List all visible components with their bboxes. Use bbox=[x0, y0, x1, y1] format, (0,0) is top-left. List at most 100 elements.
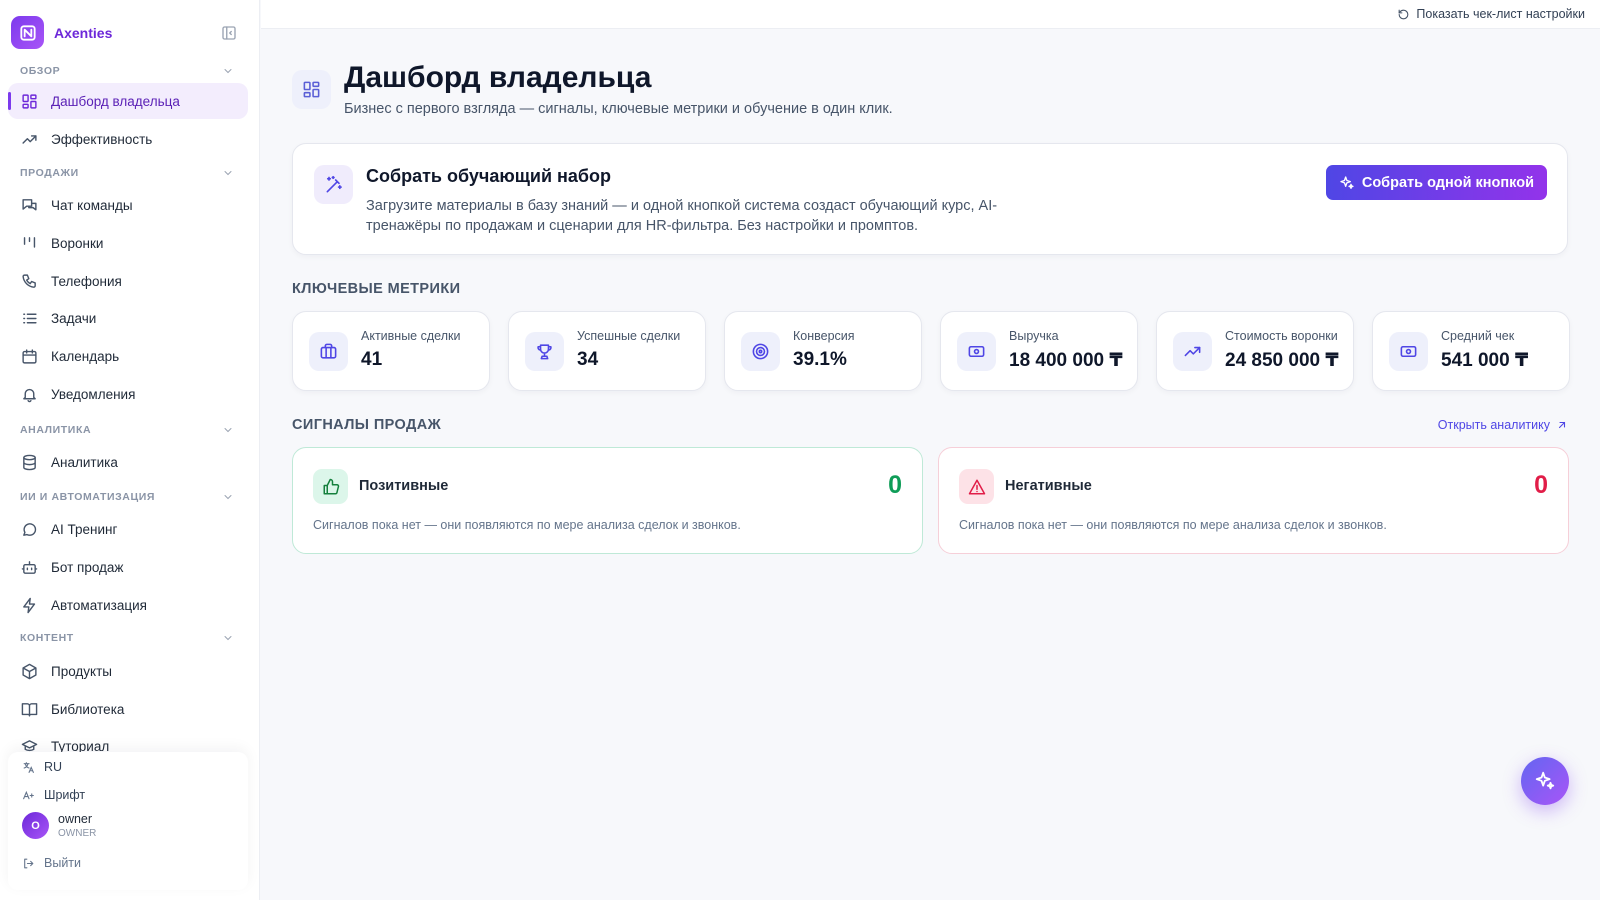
brand[interactable]: Axenties bbox=[11, 16, 112, 49]
metrics-heading: КЛЮЧЕВЫЕ МЕТРИКИ bbox=[292, 281, 461, 297]
logout-label: Выйти bbox=[44, 856, 82, 870]
metric-card-won-deals[interactable]: Успешные сделки 34 bbox=[508, 311, 706, 391]
training-kit-card: Собрать обучающий набор Загрузите матери… bbox=[292, 143, 1568, 255]
sidebar-item-automation[interactable]: Автоматизация bbox=[8, 587, 248, 623]
metric-card-pipeline-value[interactable]: Стоимость воронки 24 850 000 ₸ bbox=[1156, 311, 1354, 391]
sidebar-item-label: Календарь bbox=[51, 348, 120, 364]
chevron-down-icon bbox=[224, 636, 232, 641]
sparkles-icon bbox=[1340, 175, 1354, 189]
metric-card-conversion[interactable]: Конверсия 39.1% bbox=[724, 311, 922, 391]
section-sales[interactable]: ПРОДАЖИ bbox=[20, 167, 238, 179]
sidebar-item-efficiency[interactable]: Эффективность bbox=[8, 121, 248, 157]
trending-up-icon bbox=[22, 134, 37, 144]
trophy-icon bbox=[525, 332, 564, 371]
account-panel: RU Шрифт O owner OWNER Выйти bbox=[8, 752, 248, 890]
topbar: Показать чек-лист настройки bbox=[261, 0, 1600, 29]
training-title: Собрать обучающий набор bbox=[366, 166, 612, 186]
rotate-ccw-icon bbox=[1399, 9, 1409, 19]
box-icon bbox=[22, 663, 37, 679]
sidebar-item-team-chat[interactable]: Чат команды bbox=[8, 187, 248, 223]
translate-icon bbox=[23, 761, 34, 773]
book-icon bbox=[21, 702, 38, 717]
sidebar-item-products[interactable]: Продукты bbox=[8, 653, 248, 689]
signal-empty-text: Сигналов пока нет — они появляются по ме… bbox=[959, 518, 1387, 532]
arrow-up-right-icon bbox=[1558, 421, 1566, 429]
signal-empty-text: Сигналов пока нет — они появляются по ме… bbox=[313, 518, 741, 532]
section-content[interactable]: КОНТЕНТ bbox=[20, 632, 238, 644]
sidebar-item-ai-training[interactable]: AI Тренинг bbox=[8, 511, 248, 547]
sidebar-item-label: Бот продаж bbox=[51, 559, 124, 575]
build-in-one-click-button[interactable]: Собрать одной кнопкой bbox=[1325, 165, 1547, 200]
sidebar-item-library[interactable]: Библиотека bbox=[8, 691, 248, 727]
metric-label: Успешные сделки bbox=[577, 329, 681, 343]
sidebar-item-funnels[interactable]: Воронки bbox=[8, 225, 248, 261]
metric-card-average-check[interactable]: Средний чек 541 000 ₸ bbox=[1372, 311, 1570, 391]
sidebar-item-label: Задачи bbox=[51, 310, 97, 326]
section-overview[interactable]: ОБЗОР bbox=[20, 65, 238, 77]
sidebar-item-label: Эффективность bbox=[51, 131, 153, 147]
sidebar-item-label: Дашборд владельца bbox=[51, 93, 180, 109]
lightning-icon bbox=[23, 597, 36, 613]
metric-label: Средний чек bbox=[1441, 329, 1515, 343]
font-size-icon bbox=[23, 790, 34, 799]
section-label: АНАЛИТИКА bbox=[20, 424, 92, 436]
negative-signals-card[interactable]: Негативные 0 Сигналов пока нет — они поя… bbox=[938, 447, 1569, 554]
open-analytics-link[interactable]: Открыть аналитику bbox=[1438, 418, 1568, 432]
metric-value: 41 bbox=[361, 349, 383, 370]
open-analytics-label: Открыть аналитику bbox=[1437, 418, 1550, 432]
sidebar-item-analytics[interactable]: Аналитика bbox=[8, 444, 248, 480]
font-label: Шрифт bbox=[44, 788, 86, 802]
font-settings[interactable]: Шрифт bbox=[22, 788, 85, 802]
page-subtitle: Бизнес с первого взгляда — сигналы, ключ… bbox=[344, 101, 893, 117]
message-circle-icon bbox=[23, 522, 37, 536]
section-label: КОНТЕНТ bbox=[20, 632, 74, 644]
chevron-down-icon bbox=[224, 171, 232, 176]
sidebar-item-label: Аналитика bbox=[51, 454, 118, 470]
sidebar-item-notifications[interactable]: Уведомления bbox=[8, 376, 248, 412]
sidebar-item-label: Телефония bbox=[51, 273, 122, 289]
metric-value: 18 400 000 ₸ bbox=[1009, 350, 1123, 371]
user-name: owner bbox=[58, 812, 93, 826]
database-icon bbox=[23, 454, 36, 470]
avatar: O bbox=[22, 812, 49, 839]
metric-label: Выручка bbox=[1009, 329, 1059, 343]
metric-card-revenue[interactable]: Выручка 18 400 000 ₸ bbox=[940, 311, 1138, 391]
phone-icon bbox=[22, 273, 36, 288]
dashboard-grid-icon bbox=[292, 70, 331, 109]
language-switcher[interactable]: RU bbox=[22, 760, 62, 774]
logout-button[interactable]: Выйти bbox=[22, 856, 81, 870]
bell-icon bbox=[23, 388, 36, 402]
sidebar-item-telephony[interactable]: Телефония bbox=[8, 263, 248, 299]
user-role: OWNER bbox=[58, 828, 97, 839]
user-profile[interactable]: O owner OWNER bbox=[22, 812, 96, 839]
signal-count: 0 bbox=[1534, 471, 1548, 499]
ai-assistant-button[interactable] bbox=[1521, 757, 1569, 805]
briefcase-icon bbox=[309, 332, 348, 371]
sidebar-item-label: Библиотека bbox=[51, 701, 125, 717]
logout-icon bbox=[24, 858, 34, 868]
language-label: RU bbox=[44, 760, 63, 774]
metric-card-active-deals[interactable]: Активные сделки 41 bbox=[292, 311, 490, 391]
metric-value: 24 850 000 ₸ bbox=[1225, 350, 1339, 371]
magic-wand-icon bbox=[314, 165, 353, 204]
signal-title: Позитивные bbox=[359, 478, 449, 494]
metric-value: 541 000 ₸ bbox=[1441, 350, 1529, 371]
positive-signals-card[interactable]: Позитивные 0 Сигналов пока нет — они поя… bbox=[292, 447, 923, 554]
sidebar-item-sales-bot[interactable]: Бот продаж bbox=[8, 549, 248, 585]
sidebar-item-label: AI Тренинг bbox=[51, 521, 118, 537]
app-name: Axenties bbox=[54, 24, 113, 41]
sidebar-item-label: Чат команды bbox=[51, 197, 133, 213]
section-analytics[interactable]: АНАЛИТИКА bbox=[20, 424, 238, 436]
sidebar-item-calendar[interactable]: Календарь bbox=[8, 338, 248, 374]
sidebar-item-owner-dashboard[interactable]: Дашборд владельца bbox=[8, 83, 248, 119]
section-label: ОБЗОР bbox=[20, 65, 61, 77]
section-ai-automation[interactable]: ИИ И АВТОМАТИЗАЦИЯ bbox=[20, 491, 238, 503]
sidebar-item-tasks[interactable]: Задачи bbox=[8, 300, 248, 336]
chevron-down-icon bbox=[224, 69, 232, 74]
sidebar-collapse-icon[interactable] bbox=[220, 24, 238, 42]
show-checklist-button[interactable]: Показать чек-лист настройки bbox=[1397, 7, 1585, 21]
signal-count: 0 bbox=[888, 471, 902, 499]
sidebar-item-label: Продукты bbox=[51, 663, 112, 679]
app-logo-icon bbox=[11, 16, 44, 49]
warning-triangle-icon bbox=[959, 469, 994, 504]
